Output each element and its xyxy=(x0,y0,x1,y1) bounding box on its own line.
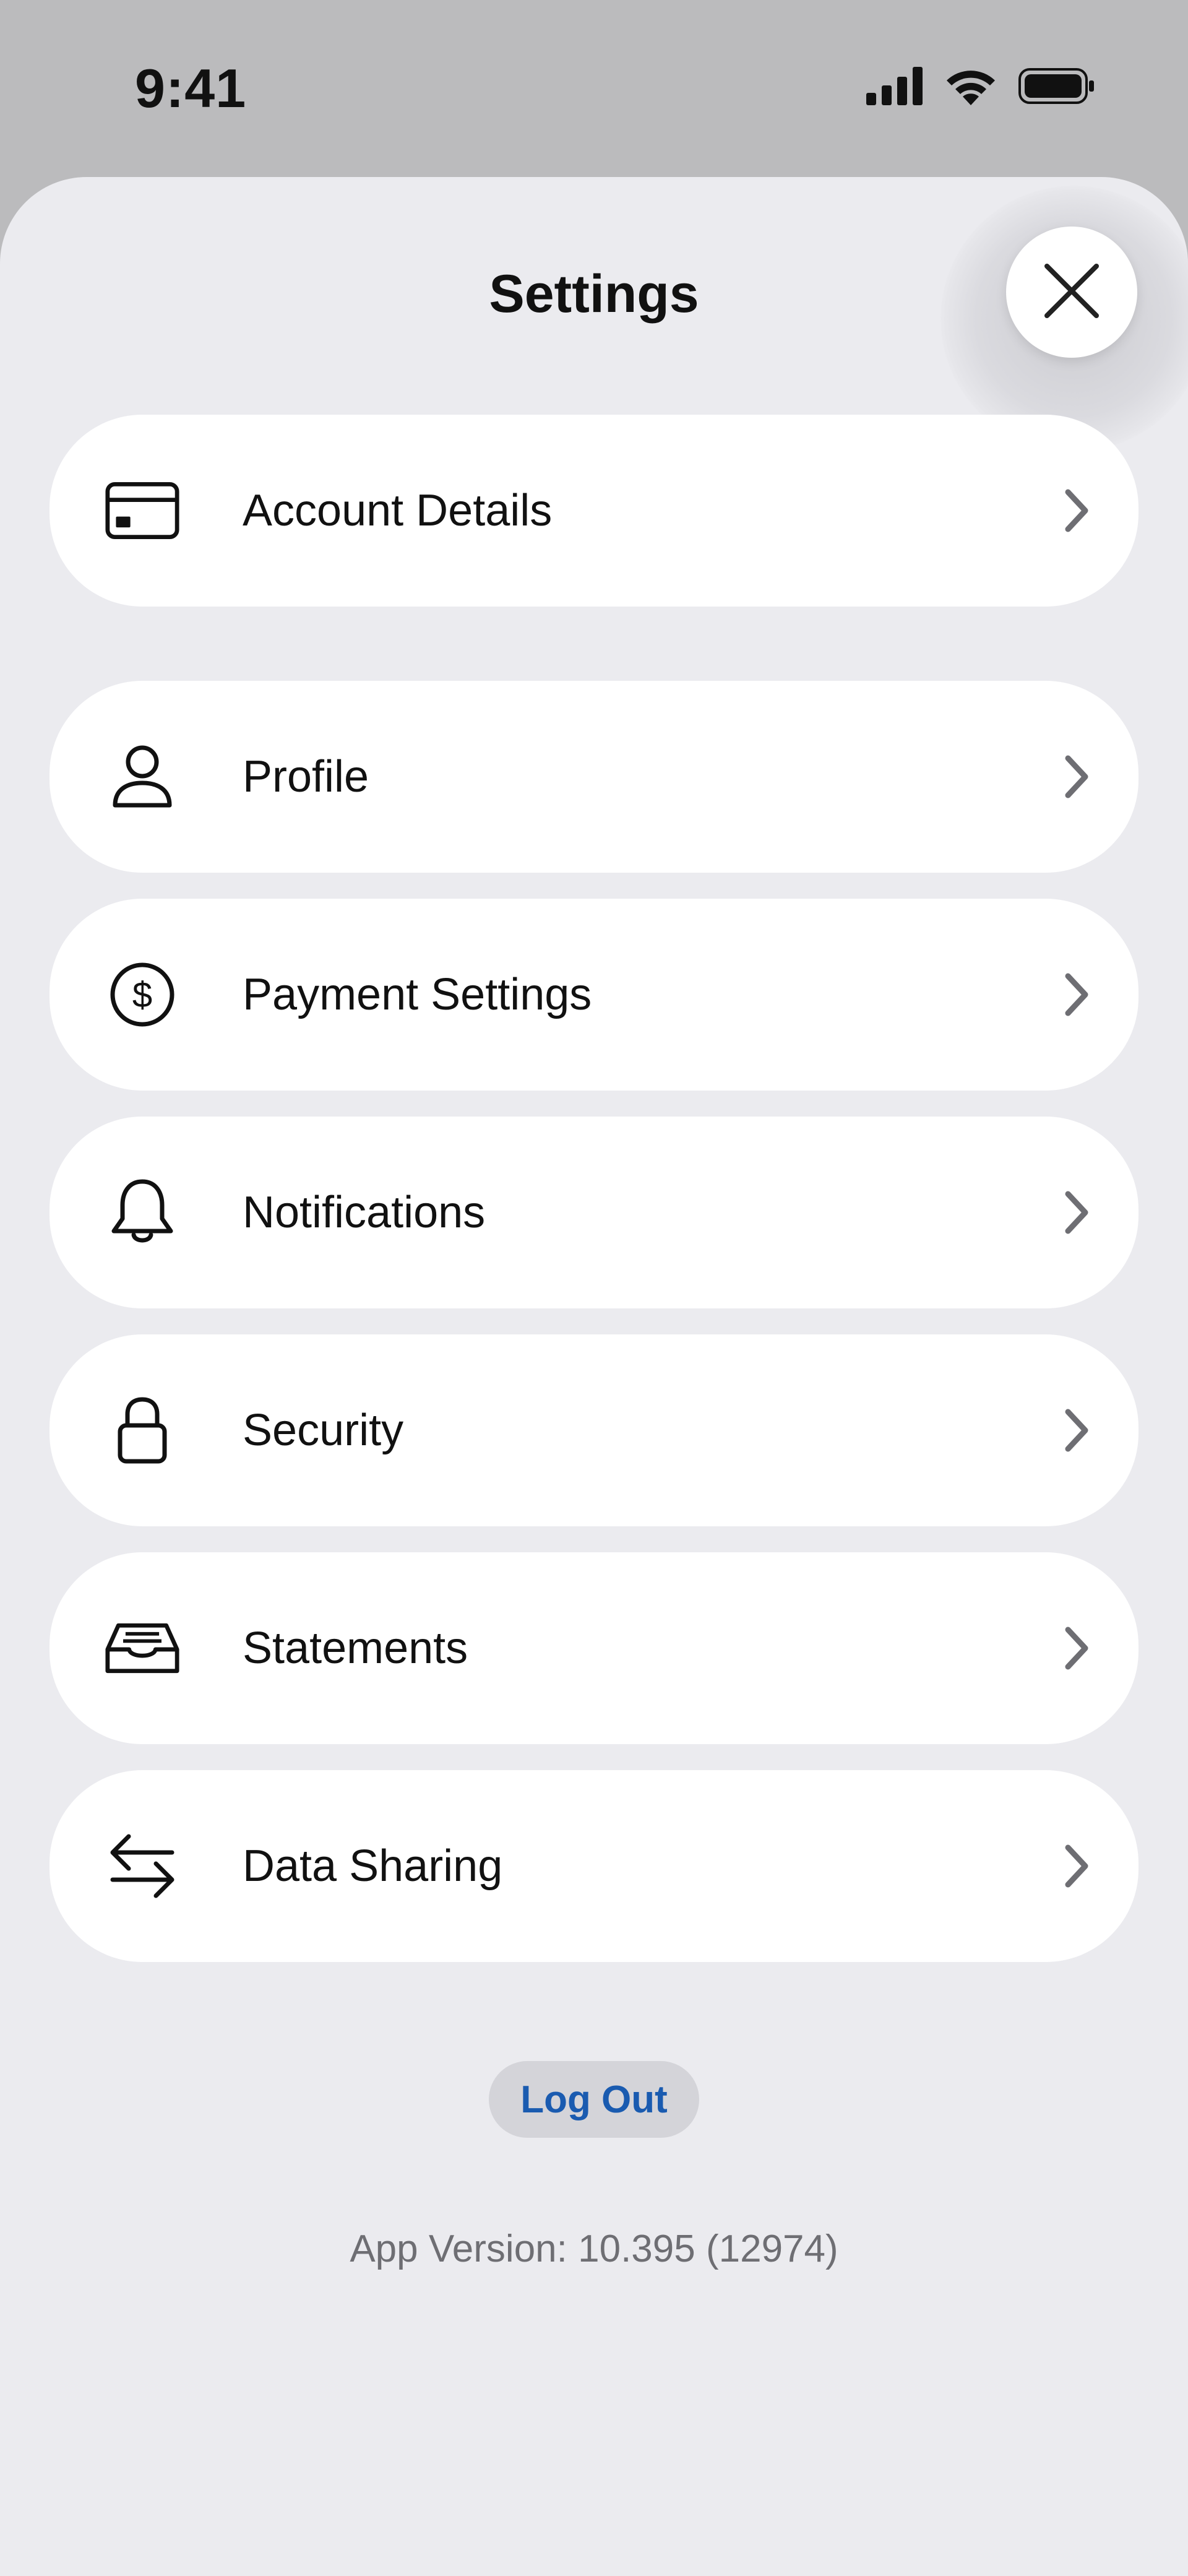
settings-item-label: Notifications xyxy=(243,1188,486,1237)
close-button[interactable] xyxy=(1006,227,1137,358)
battery-icon xyxy=(1018,67,1095,108)
chevron-right-icon xyxy=(1052,970,1101,1019)
status-time: 9:41 xyxy=(135,58,247,119)
chevron-right-icon xyxy=(1052,486,1101,535)
settings-item-security[interactable]: Security xyxy=(50,1334,1138,1526)
person-icon xyxy=(105,740,179,814)
settings-item-label: Profile xyxy=(243,752,369,802)
settings-item-profile[interactable]: Profile xyxy=(50,681,1138,873)
status-bar: 9:41 xyxy=(0,0,1188,177)
signal-icon xyxy=(866,67,923,108)
settings-item-notifications[interactable]: Notifications xyxy=(50,1117,1138,1308)
chevron-right-icon xyxy=(1052,1188,1101,1237)
close-icon xyxy=(1043,262,1100,322)
settings-item-label: Statements xyxy=(243,1623,468,1673)
chevron-right-icon xyxy=(1052,752,1101,802)
chevron-right-icon xyxy=(1052,1406,1101,1455)
card-icon xyxy=(105,473,179,548)
settings-item-account-details[interactable]: Account Details xyxy=(50,415,1138,607)
settings-sheet: Settings Account Details Profile $ Payme… xyxy=(0,177,1188,2576)
settings-item-label: Data Sharing xyxy=(243,1841,503,1891)
svg-text:$: $ xyxy=(132,975,152,1015)
settings-item-label: Payment Settings xyxy=(243,970,592,1019)
arrows-swap-icon xyxy=(105,1829,179,1903)
settings-item-label: Account Details xyxy=(243,486,553,535)
app-version-text: App Version: 10.395 (12974) xyxy=(350,2228,838,2270)
logout-button[interactable]: Log Out xyxy=(489,2061,699,2138)
inbox-tray-icon xyxy=(105,1611,179,1685)
bell-icon xyxy=(105,1175,179,1250)
settings-item-label: Security xyxy=(243,1406,404,1455)
status-icons xyxy=(866,67,1095,108)
settings-item-data-sharing[interactable]: Data Sharing xyxy=(50,1770,1138,1962)
wifi-icon xyxy=(944,67,997,108)
settings-item-statements[interactable]: Statements xyxy=(50,1552,1138,1744)
lock-icon xyxy=(105,1393,179,1467)
settings-item-payment-settings[interactable]: $ Payment Settings xyxy=(50,899,1138,1091)
chevron-right-icon xyxy=(1052,1841,1101,1891)
dollar-circle-icon: $ xyxy=(105,957,179,1032)
chevron-right-icon xyxy=(1052,1623,1101,1673)
